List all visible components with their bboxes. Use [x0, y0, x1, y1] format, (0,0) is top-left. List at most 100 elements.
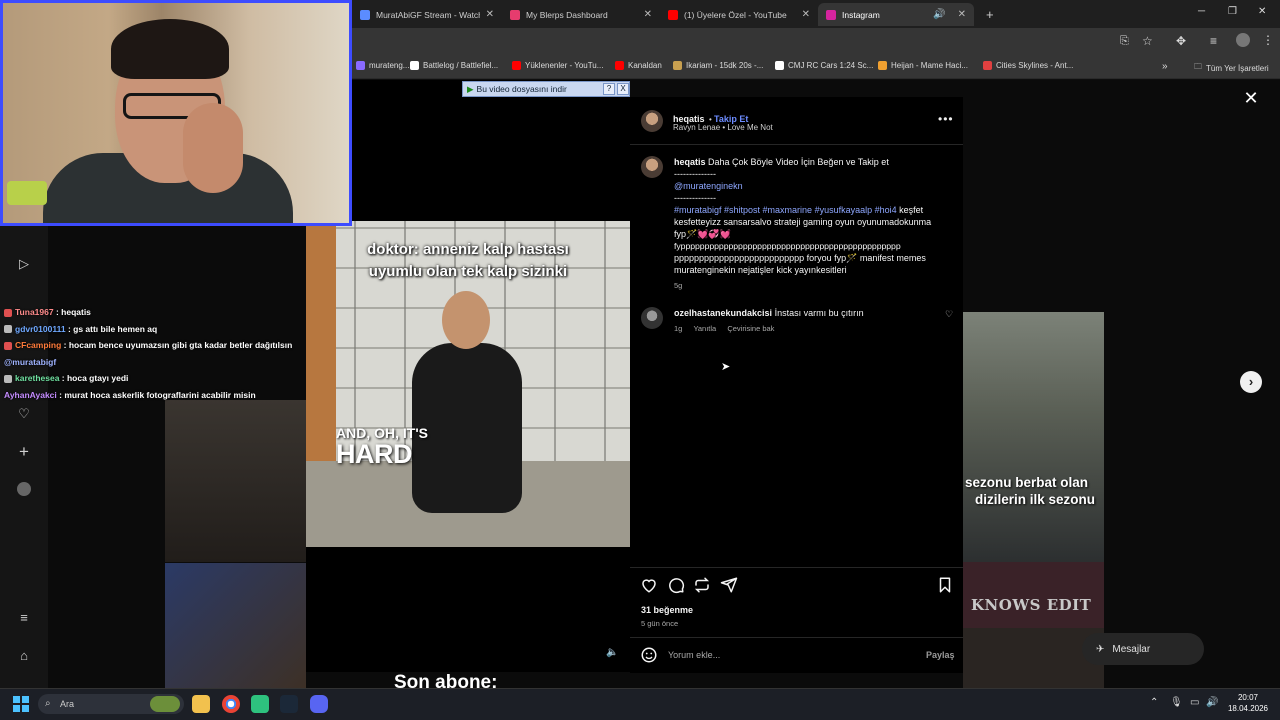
- chat-badge-icon: [4, 341, 12, 350]
- emoji-icon[interactable]: [640, 646, 658, 664]
- minimize-icon[interactable]: ─: [1198, 6, 1205, 17]
- save-bookmark-icon[interactable]: [936, 576, 954, 594]
- microphone-icon[interactable]: 🎙: [1170, 697, 1183, 708]
- bookmark-item[interactable]: Kanaldan: [615, 61, 662, 70]
- video-letterbox-bottom: 🔈: [306, 547, 630, 672]
- bookmark-label: Tüm Yer İşaretleri: [1206, 63, 1269, 73]
- close-modal-icon[interactable]: ✕: [1242, 89, 1260, 107]
- like-heart-icon[interactable]: [640, 576, 658, 594]
- tile-caption: sezonu berbat olan dizilerin ilk sezonu: [965, 474, 1095, 508]
- maximize-icon[interactable]: ❐: [1228, 6, 1237, 17]
- network-icon[interactable]: ▭: [1190, 697, 1199, 708]
- video-download-bar[interactable]: ▶ Bu video dosyasını indir ? X: [462, 81, 630, 97]
- likes-count[interactable]: 31 beğenme: [641, 605, 693, 615]
- commenter-username[interactable]: ozelhastanekundakcisi: [674, 308, 772, 318]
- mute-icon[interactable]: 🔈: [606, 647, 618, 658]
- see-translation-button[interactable]: Çevirisine bak: [727, 324, 774, 333]
- tab-youtube[interactable]: (1) Üyelere Özel - YouTube ✕: [660, 3, 818, 26]
- comment-icon[interactable]: [667, 576, 685, 594]
- media-control-icon[interactable]: ≡: [1210, 34, 1217, 48]
- caption-username[interactable]: heqatis: [674, 157, 706, 167]
- webcam-overlay: [0, 0, 352, 226]
- background-reel-tile[interactable]: KNOWS EDIT: [963, 562, 1104, 628]
- bookmark-item[interactable]: Heijan - Mame Haci...: [878, 61, 968, 70]
- tab-instagram[interactable]: Instagram 🔊 ✕: [818, 3, 974, 26]
- bookmark-item[interactable]: Battlelog / Battlefiel...: [410, 61, 498, 70]
- bookmark-item[interactable]: Ikariam - 15dk 20s -...: [673, 61, 763, 70]
- commenter-avatar[interactable]: [641, 307, 663, 329]
- more-menu-icon[interactable]: ⋮: [1262, 33, 1274, 47]
- caption-avatar[interactable]: [641, 156, 663, 178]
- chrome-icon[interactable]: [222, 695, 240, 713]
- tab-close-icon[interactable]: ✕: [644, 9, 652, 20]
- tab-close-icon[interactable]: ✕: [958, 9, 966, 20]
- messages-button[interactable]: ✈ Mesajlar: [1082, 633, 1204, 665]
- window-close-icon[interactable]: ✕: [1258, 6, 1266, 17]
- video-letterbox-top: [306, 80, 630, 221]
- comment-like-icon[interactable]: ♡: [945, 309, 953, 320]
- discord-icon[interactable]: [310, 695, 328, 713]
- tab-audio-icon[interactable]: 🔊: [933, 9, 945, 20]
- caption-text: muratenginekin nejatişler kick yayınkesi…: [674, 265, 847, 275]
- reply-button[interactable]: Yanıtla: [693, 324, 716, 333]
- bookmark-item[interactable]: murateng...: [356, 61, 409, 70]
- repost-icon[interactable]: [693, 576, 711, 594]
- bookmark-favicon-icon: [356, 61, 365, 70]
- app-icon[interactable]: [251, 695, 269, 713]
- share-send-icon[interactable]: [720, 576, 738, 594]
- system-clock[interactable]: 20:07 18.04.2026: [1220, 692, 1276, 714]
- start-windows-icon[interactable]: [13, 696, 29, 712]
- reel-video[interactable]: doktor: anneniz kalp hastası uyumlu olan…: [306, 221, 630, 547]
- taskbar-search[interactable]: ⌕ Ara: [38, 694, 184, 714]
- heart-icon[interactable]: ♡: [16, 406, 32, 422]
- youtube-favicon-icon: [668, 9, 678, 20]
- reels-icon[interactable]: ▷: [16, 256, 32, 272]
- download-help-button[interactable]: ?: [603, 83, 615, 95]
- menu-icon[interactable]: ≡: [16, 610, 32, 626]
- caption-mention-link[interactable]: @muratenginekn: [674, 180, 956, 192]
- background-reel-tile[interactable]: sezonu berbat olan dizilerin ilk sezonu: [963, 312, 1104, 562]
- bookmark-label: CMJ RC Cars 1:24 Sc...: [788, 61, 874, 70]
- tile-caption-line: dizilerin ilk sezonu: [975, 492, 1096, 507]
- create-icon[interactable]: +: [16, 443, 32, 460]
- background-reel-tile[interactable]: [963, 628, 1104, 688]
- tab-blerps-dashboard[interactable]: My Blerps Dashboard ✕: [502, 3, 660, 26]
- caption-hashtags[interactable]: #muratabigf #shitpost #maxmarine #yusufk…: [674, 205, 897, 215]
- bookmarks-overflow-icon[interactable]: »: [1162, 61, 1168, 72]
- messages-label: Mesajlar: [1112, 643, 1151, 655]
- more-options-icon[interactable]: •••: [938, 112, 954, 126]
- background-reel-tile[interactable]: [165, 400, 306, 562]
- bookmark-item[interactable]: Yüklenenler - YouTu...: [512, 61, 603, 70]
- all-bookmarks-folder[interactable]: 🗀 Tüm Yer İşaretleri: [1194, 61, 1269, 75]
- volume-icon[interactable]: 🔊: [1206, 697, 1218, 708]
- post-comment-button[interactable]: Paylaş: [926, 650, 955, 660]
- download-close-button[interactable]: X: [617, 83, 629, 95]
- comment-input[interactable]: Yorum ekle...: [668, 650, 720, 660]
- start-tile: [22, 705, 29, 712]
- play-icon: ▶: [467, 83, 474, 94]
- bookmark-item[interactable]: Cities Skylines - Ant...: [983, 61, 1073, 70]
- folder-icon: 🗀: [1194, 62, 1202, 71]
- file-explorer-icon[interactable]: [192, 695, 210, 713]
- tile-caption: KNOWS EDIT: [971, 596, 1092, 614]
- background-reel-tile[interactable]: [165, 563, 306, 688]
- audio-track-link[interactable]: Ravyn Lenae • Love Me Not: [673, 123, 773, 132]
- new-tab-button[interactable]: +: [978, 3, 998, 26]
- bookmark-star-icon[interactable]: ☆: [1142, 34, 1153, 48]
- tray-chevron-icon[interactable]: ⌃: [1150, 697, 1158, 708]
- extensions-icon[interactable]: ✥: [1176, 34, 1186, 48]
- tab-close-icon[interactable]: ✕: [802, 9, 810, 20]
- profile-avatar[interactable]: [17, 482, 31, 496]
- author-avatar[interactable]: [641, 110, 663, 132]
- start-tile: [22, 696, 29, 703]
- bookmark-label: Kanaldan: [628, 61, 662, 70]
- steam-icon[interactable]: [280, 695, 298, 713]
- webcam-hair: [111, 19, 229, 79]
- next-post-chevron-icon[interactable]: ›: [1240, 371, 1262, 393]
- profile-avatar[interactable]: [1236, 33, 1250, 47]
- bookmark-item[interactable]: CMJ RC Cars 1:24 Sc...: [775, 61, 873, 70]
- more-apps-icon[interactable]: ⌂: [16, 648, 32, 664]
- tab-muratabigf-stream[interactable]: MuratAbiGF Stream - Watch Liv ✕: [352, 3, 502, 26]
- tab-close-icon[interactable]: ✕: [486, 9, 494, 20]
- install-app-icon[interactable]: ⎘: [1120, 35, 1129, 48]
